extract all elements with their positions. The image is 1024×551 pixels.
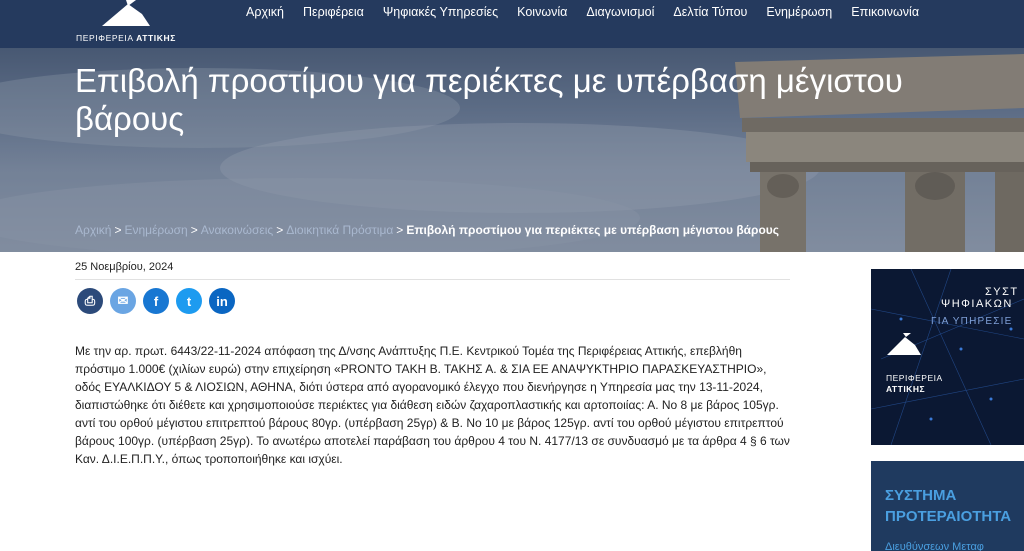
- nav-item-region[interactable]: Περιφέρεια: [303, 5, 364, 19]
- breadcrumb-current: Επιβολή προστίμου για περιέκτες με υπέρβ…: [406, 223, 780, 237]
- nav-item-press-releases[interactable]: Δελτία Τύπου: [673, 5, 747, 19]
- banner-title-line1: ΣΥΣΤ: [985, 286, 1019, 298]
- nav-item-tenders[interactable]: Διαγωνισμοί: [586, 5, 654, 19]
- digital-services-banner[interactable]: ΣΥΣΤ ΨΗΦΙΑΚΩΝ ΓΙΑ ΥΠΗΡΕΣΙΕ ΠΕΡΙΦΕΡΕΙΑ ΑΤ…: [871, 269, 1024, 445]
- breadcrumb-separator: >: [396, 223, 404, 237]
- main-nav: Αρχική Περιφέρεια Ψηφιακές Υπηρεσίες Κοι…: [246, 0, 938, 24]
- breadcrumb-separator: >: [276, 223, 284, 237]
- banner-org-name: ΠΕΡΙΦΕΡΕΙΑ: [886, 373, 943, 383]
- nav-item-contact[interactable]: Επικοινωνία: [851, 5, 919, 19]
- top-navigation-bar: ΠΕΡΙΦΕΡΕΙΑ ΑΤΤΙΚΗΣ Αρχική Περιφέρεια Ψηφ…: [0, 0, 1024, 48]
- facebook-icon[interactable]: f: [143, 288, 169, 314]
- nav-item-society[interactable]: Κοινωνία: [517, 5, 567, 19]
- article-body: Με την αρ. πρωτ. 6443/22-11-2024 απόφαση…: [75, 344, 790, 466]
- breadcrumb-separator: >: [114, 223, 122, 237]
- breadcrumb-announcements[interactable]: Ανακοινώσεις: [201, 223, 274, 237]
- breadcrumb-home[interactable]: Αρχική: [75, 223, 111, 237]
- article-date: 25 Νοεμβρίου, 2024: [75, 261, 174, 273]
- banner2-title-line1: ΣΥΣΤΗΜΑ: [885, 487, 957, 504]
- breadcrumb-separator: >: [190, 223, 198, 237]
- share-buttons: ⎙ ✉ f t in: [77, 288, 242, 314]
- logo-mark-icon: [102, 0, 150, 26]
- logo-text: ΠΕΡΙΦΕΡΕΙΑ ΑΤΤΙΚΗΣ: [76, 33, 176, 43]
- breadcrumb: Αρχική > Ενημέρωση > Ανακοινώσεις > Διοικητικά…: [75, 223, 779, 237]
- breadcrumb-news[interactable]: Ενημέρωση: [124, 223, 187, 237]
- twitter-icon[interactable]: t: [176, 288, 202, 314]
- nav-item-digital-services[interactable]: Ψηφιακές Υπηρεσίες: [383, 5, 498, 19]
- banner2-subtitle: Διευθύνσεων Μεταφ: [885, 541, 984, 551]
- site-logo[interactable]: ΠΕΡΙΦΕΡΕΙΑ ΑΤΤΙΚΗΣ: [76, 0, 176, 48]
- nav-item-home[interactable]: Αρχική: [246, 5, 284, 19]
- priority-system-banner[interactable]: ΣΥΣΤΗΜΑ ΠΡΟΤΕΡΑΙΟΤΗΤΑ Διευθύνσεων Μεταφ: [871, 461, 1024, 551]
- divider: [75, 279, 790, 280]
- email-icon[interactable]: ✉: [110, 288, 136, 314]
- page-title: Επιβολή προστίμου για περιέκτες με υπέρβ…: [75, 62, 903, 137]
- banner-org-name-bold: ΑΤΤΙΚΗΣ: [886, 384, 926, 394]
- banner-title-line2: ΨΗΦΙΑΚΩΝ: [941, 298, 1013, 310]
- banner-title-line3: ΓΙΑ ΥΠΗΡΕΣΙΕ: [931, 316, 1013, 327]
- breadcrumb-administrative-fines[interactable]: Διοικητικά Πρόστιμα: [286, 223, 393, 237]
- linkedin-icon[interactable]: in: [209, 288, 235, 314]
- hero-banner: Επιβολή προστίμου για περιέκτες με υπέρβ…: [0, 48, 1024, 252]
- nav-item-news[interactable]: Ενημέρωση: [766, 5, 832, 19]
- print-icon[interactable]: ⎙: [77, 288, 103, 314]
- banner2-title-line2: ΠΡΟΤΕΡΑΙΟΤΗΤΑ: [885, 508, 1012, 525]
